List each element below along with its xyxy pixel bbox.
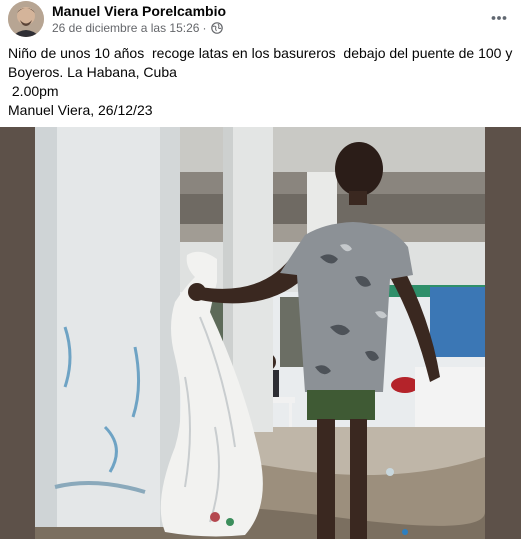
- post-timestamp[interactable]: 26 de diciembre a las 15:26: [52, 21, 199, 35]
- post-text-line: Niño de unos 10 años recoge latas en los…: [8, 45, 513, 61]
- post-photo[interactable]: [35, 127, 485, 539]
- facebook-post: Manuel Viera Porelcambio 26 de diciembre…: [0, 0, 521, 539]
- more-horizontal-icon: [491, 16, 507, 20]
- post-text-line: Manuel Viera, 26/12/23: [8, 102, 153, 118]
- post-header: Manuel Viera Porelcambio 26 de diciembre…: [0, 0, 521, 42]
- globe-icon: [211, 22, 224, 34]
- author-avatar[interactable]: [8, 1, 44, 37]
- author-name[interactable]: Manuel Viera Porelcambio: [52, 3, 226, 19]
- post-text-line: Boyeros. La Habana, Cuba: [8, 64, 177, 80]
- photo-container: [0, 127, 521, 539]
- post-text-line: 2.00pm: [8, 83, 59, 99]
- meta-separator: ·: [202, 21, 207, 35]
- more-options-button[interactable]: [487, 8, 511, 28]
- post-meta: 26 de diciembre a las 15:26 ·: [52, 21, 224, 35]
- post-text: Niño de unos 10 años recoge latas en los…: [8, 44, 513, 120]
